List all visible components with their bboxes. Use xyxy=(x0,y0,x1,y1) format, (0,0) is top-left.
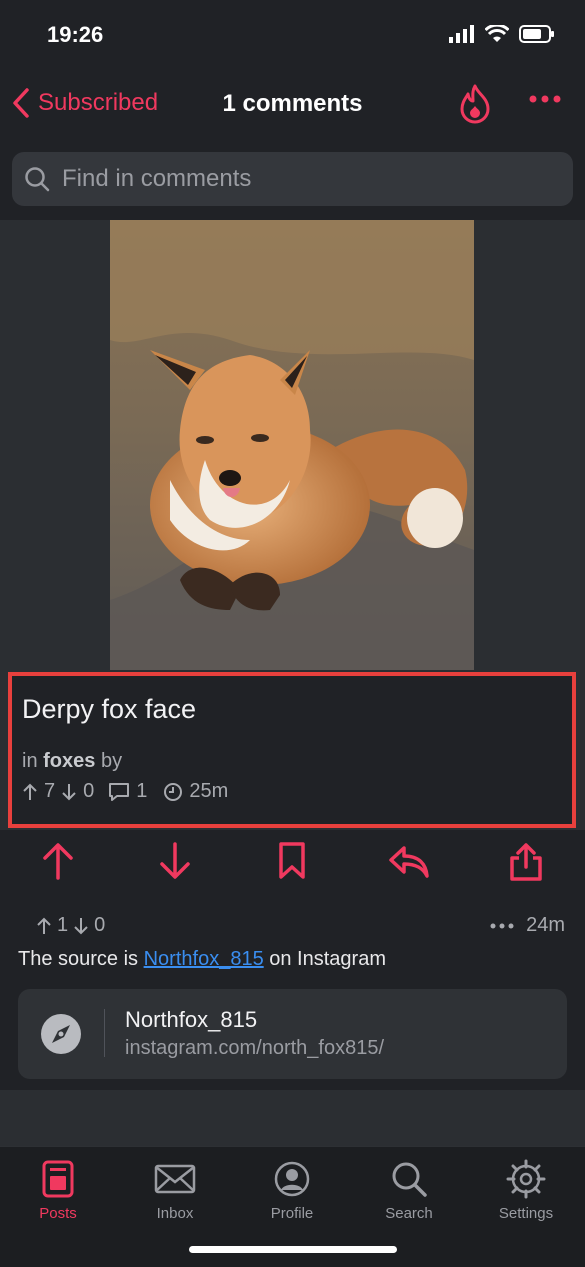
arrow-up-icon xyxy=(23,783,37,800)
post-title: Derpy fox face xyxy=(22,694,197,724)
arrow-down-icon xyxy=(160,842,190,879)
post-header: Derpy fox face in foxes by 7 0 1 25m xyxy=(8,672,576,828)
arrow-down-icon xyxy=(62,783,76,800)
gear-icon xyxy=(506,1159,546,1199)
reply-icon xyxy=(389,846,429,878)
community-link[interactable]: foxes xyxy=(43,750,95,772)
posts-icon xyxy=(42,1160,74,1198)
bookmark-button[interactable] xyxy=(278,842,306,885)
by-label: by xyxy=(100,750,123,772)
comment-item: 1 0 24m The source is Northfox_815 on In… xyxy=(0,896,585,1090)
tab-label: Search xyxy=(385,1205,433,1222)
post-meta: in foxes by xyxy=(22,750,122,773)
ellipsis-icon xyxy=(529,95,561,103)
comment-age: 24m xyxy=(526,914,565,936)
post-comment-count: 1 xyxy=(136,780,148,802)
tab-label: Settings xyxy=(498,1205,554,1222)
comment-text-after: on Instagram xyxy=(263,948,386,970)
fox-photo xyxy=(110,220,474,670)
page-title: 1 comments xyxy=(222,90,363,117)
tab-search[interactable]: Search xyxy=(359,1157,459,1222)
tab-posts[interactable]: Posts xyxy=(8,1157,108,1222)
status-bar: 19:26 xyxy=(0,0,585,70)
post-content: Derpy fox face in foxes by 7 0 1 25m 1 0… xyxy=(0,220,585,1146)
status-time: 19:26 xyxy=(47,22,104,47)
tab-profile[interactable]: Profile xyxy=(242,1157,342,1222)
profile-icon xyxy=(274,1161,310,1197)
comment-link[interactable]: Northfox_815 xyxy=(144,948,264,970)
envelope-icon xyxy=(154,1164,196,1194)
card-divider xyxy=(104,1009,105,1057)
tab-settings[interactable]: Settings xyxy=(476,1157,576,1222)
tab-label: Posts xyxy=(39,1205,77,1222)
search-icon xyxy=(25,167,50,192)
reply-button[interactable] xyxy=(388,842,430,885)
comment-text-before: The source is xyxy=(18,948,144,970)
link-card-title: Northfox_815 xyxy=(125,1007,258,1032)
link-card-url: instagram.com/north_fox815/ xyxy=(125,1037,385,1059)
arrow-up-icon[interactable] xyxy=(36,917,52,935)
post-stats: 7 0 1 25m xyxy=(22,780,228,803)
post-age: 25m xyxy=(189,780,229,802)
post-downvote-count: 0 xyxy=(83,780,95,802)
comment-downvote-count: 0 xyxy=(94,914,106,936)
arrow-down-icon[interactable] xyxy=(73,917,89,935)
post-actions xyxy=(0,830,585,897)
comment-upvote-count: 1 xyxy=(57,914,69,936)
search-input[interactable] xyxy=(60,164,544,194)
arrow-up-icon xyxy=(43,843,73,880)
link-preview-card[interactable]: Northfox_815 instagram.com/north_fox815/ xyxy=(18,989,567,1079)
search-icon xyxy=(392,1162,427,1197)
more-options-button[interactable] xyxy=(528,92,562,111)
comment-meta: 24m xyxy=(490,914,565,937)
ellipsis-icon[interactable] xyxy=(490,922,514,930)
tab-label: Inbox xyxy=(156,1205,194,1222)
comment-bubble-icon xyxy=(109,782,130,801)
status-icons xyxy=(449,25,555,43)
in-label: in xyxy=(22,750,38,772)
search-box xyxy=(12,152,573,206)
upvote-button[interactable] xyxy=(42,842,74,885)
post-image[interactable] xyxy=(110,220,474,670)
hot-sort-button[interactable] xyxy=(458,84,492,129)
wifi-icon xyxy=(485,25,509,42)
downvote-button[interactable] xyxy=(159,842,191,885)
clock-icon xyxy=(164,782,183,801)
share-button[interactable] xyxy=(509,842,543,887)
home-indicator xyxy=(189,1246,397,1253)
comment-votes: 1 0 xyxy=(36,914,105,937)
navigation-bar: Subscribed 1 comments xyxy=(0,70,585,150)
signal-icon xyxy=(449,25,474,43)
search-container xyxy=(0,150,585,220)
tab-inbox[interactable]: Inbox xyxy=(125,1157,225,1222)
post-upvote-count: 7 xyxy=(44,780,56,802)
share-icon xyxy=(510,843,542,881)
compass-icon xyxy=(40,1013,82,1060)
bookmark-icon xyxy=(279,842,305,879)
comment-text: The source is Northfox_815 on Instagram xyxy=(18,948,386,971)
tab-label: Profile xyxy=(270,1205,314,1222)
battery-icon xyxy=(519,25,554,43)
flame-icon xyxy=(460,84,490,124)
